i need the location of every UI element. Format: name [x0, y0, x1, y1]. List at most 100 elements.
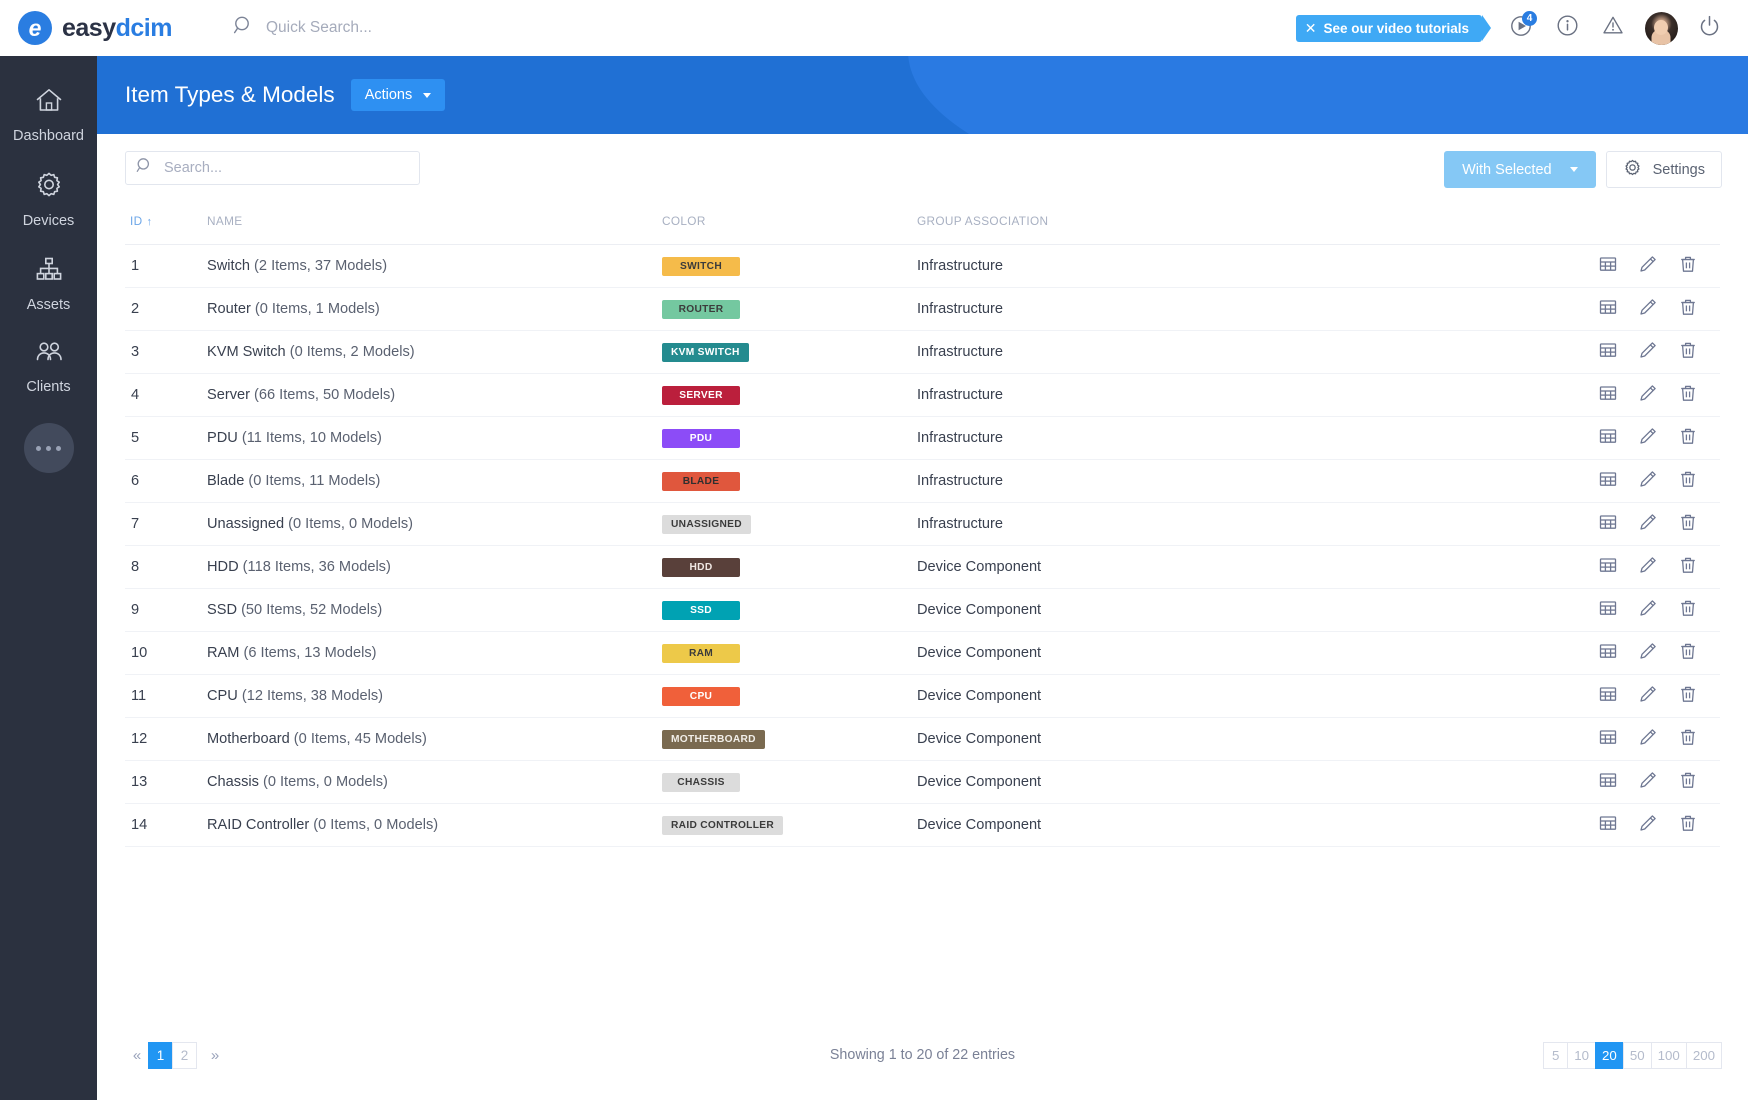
cell-name[interactable]: RAID Controller (0 Items, 0 Models) — [207, 804, 662, 847]
table-row[interactable]: 4Server (66 Items, 50 Models)SERVERInfra… — [125, 374, 1720, 417]
search-input[interactable] — [164, 160, 409, 176]
column-header-id[interactable]: ID↑ — [125, 206, 207, 245]
search-box[interactable] — [125, 151, 420, 185]
per-page-option-20[interactable]: 20 — [1595, 1042, 1624, 1069]
trash-icon[interactable] — [1678, 555, 1698, 579]
trash-icon[interactable] — [1678, 813, 1698, 837]
table-row[interactable]: 13Chassis (0 Items, 0 Models)CHASSISDevi… — [125, 761, 1720, 804]
per-page-option-100[interactable]: 100 — [1651, 1042, 1687, 1069]
table-icon[interactable] — [1598, 254, 1618, 278]
per-page-option-200[interactable]: 200 — [1686, 1042, 1722, 1069]
cell-name[interactable]: Motherboard (0 Items, 45 Models) — [207, 718, 662, 761]
close-icon[interactable]: ✕ — [1305, 20, 1317, 37]
trash-icon[interactable] — [1678, 641, 1698, 665]
settings-button[interactable]: Settings — [1606, 151, 1722, 188]
cell-name[interactable]: CPU (12 Items, 38 Models) — [207, 675, 662, 718]
logout-button[interactable] — [1686, 8, 1732, 48]
per-page-option-10[interactable]: 10 — [1567, 1042, 1596, 1069]
table-row[interactable]: 12Motherboard (0 Items, 45 Models)MOTHER… — [125, 718, 1720, 761]
trash-icon[interactable] — [1678, 770, 1698, 794]
trash-icon[interactable] — [1678, 598, 1698, 622]
pencil-icon[interactable] — [1638, 813, 1658, 837]
cell-name[interactable]: PDU (11 Items, 10 Models) — [207, 417, 662, 460]
pencil-icon[interactable] — [1638, 727, 1658, 751]
table-icon[interactable] — [1598, 469, 1618, 493]
cell-name[interactable]: Chassis (0 Items, 0 Models) — [207, 761, 662, 804]
pencil-icon[interactable] — [1638, 297, 1658, 321]
cell-name[interactable]: HDD (118 Items, 36 Models) — [207, 546, 662, 589]
alerts-button[interactable] — [1590, 8, 1636, 48]
pencil-icon[interactable] — [1638, 555, 1658, 579]
cell-name[interactable]: Switch (2 Items, 37 Models) — [207, 245, 662, 288]
sidebar-item-assets[interactable]: Assets — [0, 241, 97, 325]
table-icon[interactable] — [1598, 770, 1618, 794]
actions-button[interactable]: Actions — [351, 79, 446, 111]
video-tutorials-banner[interactable]: ✕ See our video tutorials — [1296, 15, 1482, 42]
table-row[interactable]: 1Switch (2 Items, 37 Models)SWITCHInfras… — [125, 245, 1720, 288]
table-row[interactable]: 11CPU (12 Items, 38 Models)CPUDevice Com… — [125, 675, 1720, 718]
brand-logo-area[interactable]: e easydcim — [0, 11, 215, 45]
sidebar-item-dashboard[interactable]: Dashboard — [0, 72, 97, 156]
column-header-group-association[interactable]: GROUP ASSOCIATION — [917, 206, 1477, 245]
table-icon[interactable] — [1598, 813, 1618, 837]
cell-name[interactable]: RAM (6 Items, 13 Models) — [207, 632, 662, 675]
quick-search-input[interactable] — [266, 19, 626, 37]
table-row[interactable]: 10RAM (6 Items, 13 Models)RAMDevice Comp… — [125, 632, 1720, 675]
table-icon[interactable] — [1598, 512, 1618, 536]
cell-name[interactable]: Router (0 Items, 1 Models) — [207, 288, 662, 331]
cell-name[interactable]: Unassigned (0 Items, 0 Models) — [207, 503, 662, 546]
trash-icon[interactable] — [1678, 426, 1698, 450]
pencil-icon[interactable] — [1638, 340, 1658, 364]
pencil-icon[interactable] — [1638, 512, 1658, 536]
per-page-option-50[interactable]: 50 — [1623, 1042, 1652, 1069]
trash-icon[interactable] — [1678, 727, 1698, 751]
trash-icon[interactable] — [1678, 684, 1698, 708]
pencil-icon[interactable] — [1638, 684, 1658, 708]
table-icon[interactable] — [1598, 598, 1618, 622]
cell-name[interactable]: SSD (50 Items, 52 Models) — [207, 589, 662, 632]
pencil-icon[interactable] — [1638, 383, 1658, 407]
info-button[interactable] — [1544, 8, 1590, 48]
column-header-name[interactable]: NAME — [207, 206, 662, 245]
table-row[interactable]: 14RAID Controller (0 Items, 0 Models)RAI… — [125, 804, 1720, 847]
pencil-icon[interactable] — [1638, 254, 1658, 278]
trash-icon[interactable] — [1678, 297, 1698, 321]
cell-name[interactable]: Server (66 Items, 50 Models) — [207, 374, 662, 417]
column-header-color[interactable]: COLOR — [662, 206, 917, 245]
trash-icon[interactable] — [1678, 469, 1698, 493]
table-row[interactable]: 9SSD (50 Items, 52 Models)SSDDevice Comp… — [125, 589, 1720, 632]
trash-icon[interactable] — [1678, 254, 1698, 278]
table-row[interactable]: 7Unassigned (0 Items, 0 Models)UNASSIGNE… — [125, 503, 1720, 546]
table-icon[interactable] — [1598, 297, 1618, 321]
with-selected-button[interactable]: With Selected — [1444, 151, 1595, 188]
pencil-icon[interactable] — [1638, 469, 1658, 493]
table-row[interactable]: 2Router (0 Items, 1 Models)ROUTERInfrast… — [125, 288, 1720, 331]
per-page-option-5[interactable]: 5 — [1543, 1042, 1568, 1069]
cell-name[interactable]: KVM Switch (0 Items, 2 Models) — [207, 331, 662, 374]
user-avatar-button[interactable] — [1636, 12, 1686, 45]
sidebar-item-clients[interactable]: Clients — [0, 325, 97, 407]
quick-search-area[interactable] — [233, 15, 626, 41]
pencil-icon[interactable] — [1638, 598, 1658, 622]
sidebar-item-devices[interactable]: Devices — [0, 156, 97, 241]
pencil-icon[interactable] — [1638, 770, 1658, 794]
table-row[interactable]: 8HDD (118 Items, 36 Models)HDDDevice Com… — [125, 546, 1720, 589]
table-row[interactable]: 5PDU (11 Items, 10 Models)PDUInfrastruct… — [125, 417, 1720, 460]
table-icon[interactable] — [1598, 727, 1618, 751]
table-icon[interactable] — [1598, 340, 1618, 364]
table-row[interactable]: 3KVM Switch (0 Items, 2 Models)KVM SWITC… — [125, 331, 1720, 374]
pencil-icon[interactable] — [1638, 426, 1658, 450]
trash-icon[interactable] — [1678, 383, 1698, 407]
video-tutorials-button[interactable]: 4 — [1498, 8, 1544, 48]
table-icon[interactable] — [1598, 555, 1618, 579]
table-icon[interactable] — [1598, 383, 1618, 407]
table-icon[interactable] — [1598, 641, 1618, 665]
table-row[interactable]: 6Blade (0 Items, 11 Models)BLADEInfrastr… — [125, 460, 1720, 503]
trash-icon[interactable] — [1678, 512, 1698, 536]
table-icon[interactable] — [1598, 426, 1618, 450]
cell-name[interactable]: Blade (0 Items, 11 Models) — [207, 460, 662, 503]
sidebar-more-button[interactable] — [24, 423, 74, 473]
table-icon[interactable] — [1598, 684, 1618, 708]
trash-icon[interactable] — [1678, 340, 1698, 364]
pencil-icon[interactable] — [1638, 641, 1658, 665]
